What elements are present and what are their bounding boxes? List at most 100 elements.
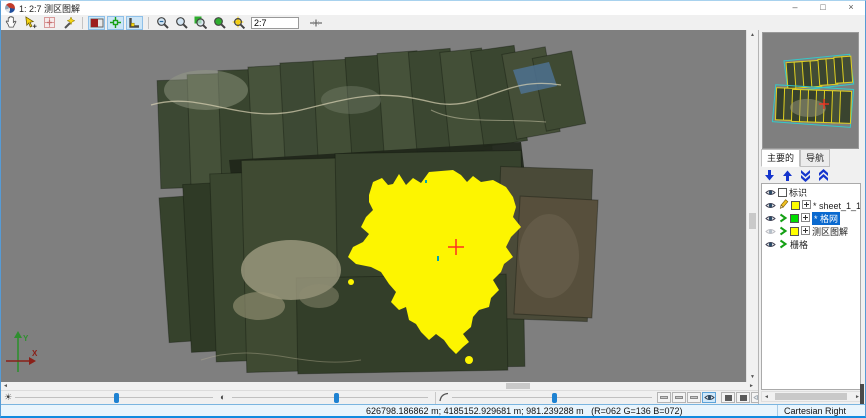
double-arrow-down-icon [799,169,812,182]
grid-tool-button[interactable] [41,16,58,30]
color-swatch[interactable] [790,214,799,223]
color-swatch[interactable] [778,188,787,197]
visibility-eye-icon[interactable] [765,240,776,249]
arrow-up-icon [781,169,794,182]
tab-main[interactable]: 主要的 [761,149,800,167]
scale-ratio-input[interactable] [251,17,299,29]
scroll-down-icon[interactable]: ▼ [750,374,755,380]
brightness-icon: ☀ [4,392,12,403]
layer-row[interactable]: 栅格 [762,238,860,251]
angle-mode-button[interactable] [126,16,143,30]
slider-track[interactable] [232,397,428,398]
add-point-tool-button[interactable] [22,16,39,30]
layer-row[interactable]: 测区图解 [762,225,860,238]
display-mode-buttons [657,392,765,403]
show-overlay-button[interactable] [702,392,716,403]
layer-label[interactable]: * 格网 [812,212,840,225]
profile-tool-button[interactable] [307,16,324,30]
cursor-plus-icon [24,16,37,29]
contrast-slider[interactable] [232,391,428,405]
chevron-icon[interactable] [778,213,788,225]
canvas-vertical-scrollbar[interactable]: ▲ ▼ [746,30,757,382]
canvas-horizontal-scrollbar[interactable]: ◄ ► [1,382,757,390]
layer-label[interactable]: 测区图解 [812,225,848,238]
tab-navigation[interactable]: 导航 [800,149,830,167]
visibility-eye-icon[interactable] [765,214,776,223]
scrollbar-thumb[interactable] [506,383,530,389]
aerial-mosaic-image: Y X [1,30,746,382]
contrast-icon: ◐ [220,392,225,402]
slider-thumb[interactable] [552,393,557,403]
axis-x-label: X [32,349,38,358]
square-icon [740,395,747,401]
visibility-eye-icon[interactable] [765,227,776,236]
close-button[interactable]: × [837,1,865,15]
scrollbar-thumb[interactable] [775,393,847,400]
maximize-button[interactable]: □ [809,1,837,15]
minimize-button[interactable]: – [781,1,809,15]
layer-toggle-button[interactable] [657,392,671,403]
layer-toggle-button[interactable] [672,392,686,403]
layer-label[interactable]: 栅格 [790,238,808,251]
cursor-coordinates: 626798.186862 m; 4185152.929681 m; 981.2… [366,406,683,416]
stereo-mode-button[interactable] [736,392,750,403]
color-swatch[interactable] [790,227,799,236]
scroll-left-icon[interactable]: ◄ [764,394,769,400]
pan-hand-tool-button[interactable] [3,16,20,30]
panel-horizontal-scrollbar[interactable]: ◄ ► [761,391,861,402]
stereo-mode-button[interactable] [721,392,735,403]
chevron-icon[interactable] [778,239,788,251]
layer-row[interactable]: 标识 [762,186,860,199]
overview-thumbnail[interactable] [762,32,859,149]
expand-icon[interactable] [802,200,811,211]
overview-mosaic-image [763,33,858,148]
layer-toggle-button[interactable] [687,392,701,403]
scroll-up-icon[interactable]: ▲ [750,32,755,38]
chevron-icon[interactable] [778,226,788,238]
scroll-right-icon[interactable]: ► [749,383,754,389]
gamma-slider[interactable] [452,391,652,405]
divider [777,405,778,417]
right-panel: 主要的 导航 标识 * sheet_1_1 (8* 格网测区图解栅格 ◄ ► [758,30,865,404]
color-swatch[interactable] [791,201,800,210]
gamma-icon [439,392,449,404]
zoom-fit-extent-button[interactable] [192,16,209,30]
layer-label[interactable]: * sheet_1_1 (8 [813,201,861,211]
stereo-pair-view-button[interactable] [88,16,105,30]
coverage-speck [348,279,354,285]
zoom-selection-button[interactable] [211,16,228,30]
move-up-button[interactable] [780,169,794,182]
brightness-slider[interactable] [15,391,213,405]
cross-section-icon [309,18,323,28]
expand-icon[interactable] [801,226,810,237]
zoom-highlight-button[interactable] [230,16,247,30]
move-down-button[interactable] [762,169,776,182]
image-adjust-bar: ☀ ◐ [1,390,758,404]
scrollbar-thumb[interactable] [749,213,756,229]
slider-thumb[interactable] [114,393,119,403]
measure-tool-button[interactable] [60,16,77,30]
layer-row[interactable]: * 格网 [762,212,860,225]
magnifier-green-lens-icon [213,16,226,29]
zoom-out-button[interactable] [154,16,171,30]
axis-y-label: Y [23,334,29,343]
coverage-speck [465,356,473,364]
move-to-bottom-button[interactable] [798,169,812,182]
scroll-left-icon[interactable]: ◄ [3,383,8,389]
title-bar[interactable]: 1: 2:7 测区图解 – □ × [1,1,865,15]
panel-vertical-scrollbar[interactable] [860,151,865,407]
center-target-button[interactable] [107,16,124,30]
layer-tree[interactable]: 标识 * sheet_1_1 (8* 格网测区图解栅格 [761,183,861,390]
image-pair-icon [90,17,104,29]
zoom-window-button[interactable] [173,16,190,30]
expand-icon[interactable] [801,213,810,224]
visibility-eye-icon[interactable] [765,201,776,210]
layer-label[interactable]: 标识 [789,186,807,199]
slider-thumb[interactable] [334,393,339,403]
wand-sparkle-icon [62,16,75,29]
pencil-icon[interactable] [778,199,789,212]
map-canvas[interactable]: Y X [1,30,746,382]
layer-row[interactable]: * sheet_1_1 (8 [762,199,860,212]
visibility-eye-icon[interactable] [765,188,776,197]
move-to-top-button[interactable] [816,169,830,182]
